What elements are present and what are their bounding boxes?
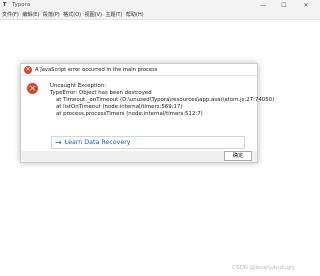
- typora-logo-icon: T: [3, 2, 7, 8]
- watermark: CSDN @lonelyAndugly: [232, 265, 296, 271]
- window-title: Typora: [12, 2, 31, 8]
- stack-line: at listOnTimeout (node:internal/timers:5…: [56, 104, 183, 110]
- error-dialog: ✕ A JavaScript error occurred in the mai…: [20, 63, 274, 163]
- ok-button[interactable]: 确定: [224, 151, 252, 161]
- minimize-button[interactable]: —: [255, 0, 271, 10]
- close-button[interactable]: ✕: [298, 0, 314, 10]
- menu-paragraph[interactable]: 段落(P): [42, 10, 62, 20]
- menu-file[interactable]: 文件(F): [1, 10, 21, 20]
- menu-bar: 文件(F) 编辑(E) 段落(P) 格式(O) 视图(V) 主题(T) 帮助(H…: [0, 10, 320, 20]
- arrow-right-icon: →: [55, 138, 62, 147]
- menu-edit[interactable]: 编辑(E): [21, 10, 42, 20]
- stack-line: at Timeout._onTimeout (D:\unused\Typora\…: [56, 97, 275, 103]
- menu-theme[interactable]: 主题(T): [104, 10, 124, 20]
- error-heading: Uncaught Exception:: [50, 83, 107, 89]
- dialog-body: ✕ Uncaught Exception: TypeError: Object …: [21, 76, 274, 151]
- dialog-title: A JavaScript error occurred in the main …: [35, 67, 158, 73]
- menu-format[interactable]: 格式(O): [62, 10, 83, 20]
- recovery-link-label: Learn Data Recovery: [64, 139, 131, 146]
- menu-help[interactable]: 帮助(H): [125, 10, 146, 20]
- menu-view[interactable]: 视图(V): [84, 10, 105, 20]
- error-icon: ✕: [27, 83, 38, 94]
- error-message: TypeError: Object has been destroyed: [50, 90, 152, 96]
- title-bar: T Typora — ☐ ✕: [0, 0, 320, 10]
- maximize-button[interactable]: ☐: [276, 0, 292, 10]
- error-title-icon: ✕: [24, 66, 32, 74]
- dialog-title-bar: ✕ A JavaScript error occurred in the mai…: [21, 64, 257, 76]
- stack-line: at process.processTimers (node:internal/…: [56, 111, 203, 117]
- learn-data-recovery-link[interactable]: → Learn Data Recovery: [51, 136, 245, 149]
